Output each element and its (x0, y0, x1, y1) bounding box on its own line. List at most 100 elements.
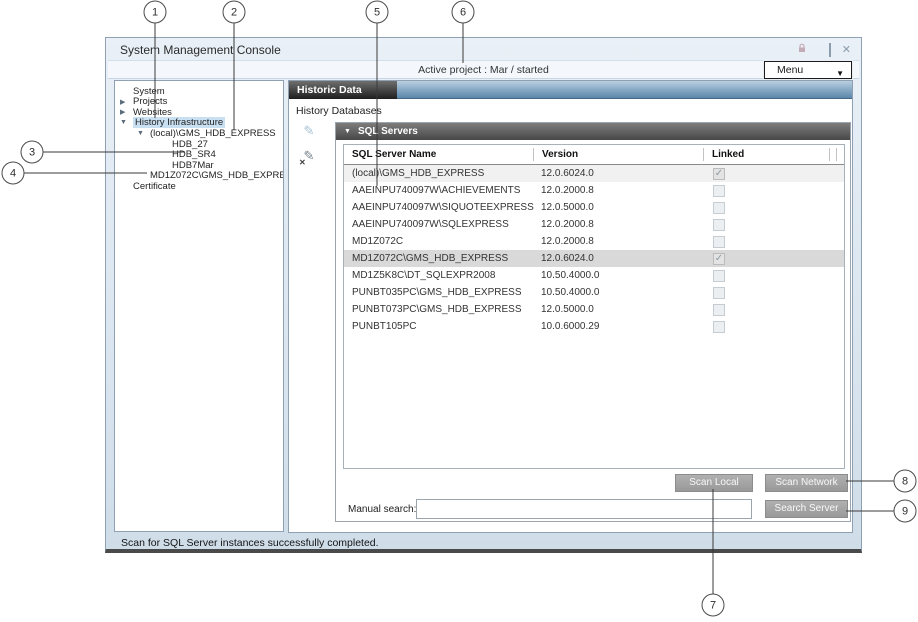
tree-item-history-infrastructure[interactable]: ▼History Infrastructure (115, 118, 283, 129)
linked-checkbox[interactable] (713, 321, 725, 333)
cell-linked (703, 185, 829, 197)
table-row[interactable]: AAEINPU740097W\SQLEXPRESS12.0.2000.8 (344, 216, 844, 233)
linked-checkbox[interactable] (713, 185, 725, 197)
linked-checkbox[interactable] (713, 236, 725, 248)
cell-linked (703, 202, 829, 214)
active-project-bar: Active project : Mar / started Menu ▼ (108, 60, 859, 79)
cell-linked (703, 321, 829, 333)
column-header-sql-server-name[interactable]: SQL Server Name (344, 148, 533, 161)
tree-item-md1z072c-gms-hdb-express[interactable]: MD1Z072C\GMS_HDB_EXPRESS (115, 170, 283, 181)
chevron-down-icon[interactable]: ▼ (137, 130, 150, 137)
cell-server-name: PUNBT073PC\GMS_HDB_EXPRESS (344, 304, 533, 315)
scan-local-button[interactable]: Scan Local (675, 474, 753, 492)
tree-item-label: History Infrastructure (133, 117, 225, 128)
search-server-button[interactable]: Search Server (765, 500, 848, 518)
table-row[interactable]: PUNBT035PC\GMS_HDB_EXPRESS10.50.4000.0 (344, 284, 844, 301)
chevron-down-icon[interactable]: ▼ (120, 119, 133, 126)
table-row[interactable]: MD1Z072C12.0.2000.8 (344, 233, 844, 250)
tree-item-local-gms-hdb-express[interactable]: ▼(local)\GMS_HDB_EXPRESS (115, 128, 283, 139)
table-row[interactable]: MD1Z072C\GMS_HDB_EXPRESS12.0.6024.0✓ (344, 250, 844, 267)
table-row[interactable]: (local)\GMS_HDB_EXPRESS12.0.6024.0✓ (344, 165, 844, 182)
screenshot-canvas: System Management Console ✕ Active proje… (0, 0, 918, 622)
manual-search-input[interactable] (416, 499, 752, 519)
tab-historic-data[interactable]: Historic Data (289, 81, 397, 99)
callout-circle (894, 500, 916, 522)
callout-number: 5 (374, 7, 380, 19)
column-header-spacer (836, 148, 844, 161)
close-button[interactable]: ✕ (842, 45, 851, 56)
titlebar-buttons: ✕ (797, 43, 851, 57)
sql-servers-table: SQL Server NameVersionLinked (local)\GMS… (343, 144, 845, 469)
cell-linked (703, 219, 829, 231)
cell-server-name: MD1Z5K8C\DT_SQLEXPR2008 (344, 270, 533, 281)
linked-checkbox[interactable] (713, 304, 725, 316)
callout-number: 7 (710, 600, 716, 612)
table-row[interactable]: MD1Z5K8C\DT_SQLEXPR200810.50.4000.0 (344, 267, 844, 284)
callout-circle (702, 594, 724, 616)
linked-checkbox[interactable] (713, 202, 725, 214)
table-row[interactable]: AAEINPU740097W\SIQUOTEEXPRESS12.0.5000.0 (344, 199, 844, 216)
sql-servers-header[interactable]: ▼ SQL Servers (336, 123, 850, 140)
tree-item-label: MD1Z072C\GMS_HDB_EXPRESS (150, 170, 284, 181)
menu-label: Menu (777, 64, 803, 76)
tree-item-hdb-27[interactable]: HDB_27 (115, 139, 283, 150)
tree-item-label: Projects (133, 96, 167, 107)
tree-item-label: Websites (133, 107, 172, 118)
cell-version: 10.50.4000.0 (533, 287, 703, 298)
linked-checkbox[interactable] (713, 219, 725, 231)
tree-item-label: (local)\GMS_HDB_EXPRESS (150, 128, 276, 139)
cell-linked (703, 287, 829, 299)
cell-server-name: PUNBT035PC\GMS_HDB_EXPRESS (344, 287, 533, 298)
titlebar: System Management Console ✕ (106, 38, 861, 60)
column-header-linked[interactable]: Linked (703, 148, 829, 161)
menu-dropdown[interactable]: Menu ▼ (764, 61, 852, 79)
table-row[interactable]: AAEINPU740097W\ACHIEVEMENTS12.0.2000.8 (344, 182, 844, 199)
cell-linked: ✓ (703, 168, 829, 180)
tree-item-websites[interactable]: ▶Websites (115, 107, 283, 118)
chevron-right-icon[interactable]: ▶ (120, 108, 133, 116)
cell-version: 12.0.2000.8 (533, 236, 703, 247)
navigation-tree: System▶Projects▶Websites▼History Infrast… (114, 80, 284, 532)
callout-circle (452, 1, 474, 23)
link-database-icon[interactable]: ✎ (300, 123, 318, 141)
cell-version: 12.0.2000.8 (533, 219, 703, 230)
table-row[interactable]: PUNBT105PC10.0.6000.29 (344, 318, 844, 335)
cell-server-name: AAEINPU740097W\ACHIEVEMENTS (344, 185, 533, 196)
table-row[interactable]: PUNBT073PC\GMS_HDB_EXPRESS12.0.5000.0 (344, 301, 844, 318)
chevron-right-icon[interactable]: ▶ (120, 98, 133, 106)
sql-servers-group: ▼ SQL Servers SQL Server NameVersionLink… (335, 122, 851, 522)
linked-checkbox[interactable] (713, 287, 725, 299)
chevron-down-icon: ▼ (344, 123, 351, 140)
scan-network-button[interactable]: Scan Network (765, 474, 848, 492)
callout-number: 6 (460, 7, 466, 19)
maximize-button[interactable] (829, 45, 831, 56)
linked-checkbox[interactable]: ✓ (713, 253, 725, 265)
tree-item-hdb7mar[interactable]: HDB7Mar (115, 160, 283, 171)
active-project-text: Active project : Mar / started (108, 64, 859, 76)
callout-number: 8 (902, 476, 908, 488)
tree-item-system[interactable]: System (115, 86, 283, 97)
cell-version: 10.50.4000.0 (533, 270, 703, 281)
cell-server-name: MD1Z072C (344, 236, 533, 247)
tree-item-certificate[interactable]: Certificate (115, 181, 283, 192)
cell-linked: ✓ (703, 253, 829, 265)
tree-item-hdb-sr4[interactable]: HDB_SR4 (115, 149, 283, 160)
cell-server-name: (local)\GMS_HDB_EXPRESS (344, 168, 533, 179)
callout-circle (366, 1, 388, 23)
manual-search-label: Manual search: (348, 504, 416, 515)
cell-version: 12.0.5000.0 (533, 202, 703, 213)
callout-circle (223, 1, 245, 23)
cell-server-name: MD1Z072C\GMS_HDB_EXPRESS (344, 253, 533, 264)
callout-number: 9 (902, 506, 908, 518)
callout-number: 4 (10, 168, 16, 180)
linked-checkbox[interactable]: ✓ (713, 168, 725, 180)
status-message: Scan for SQL Server instances successful… (121, 537, 379, 549)
tree-item-label: Certificate (133, 181, 176, 192)
callout-number: 2 (231, 7, 237, 19)
linked-checkbox[interactable] (713, 270, 725, 282)
cell-linked (703, 270, 829, 282)
tree-item-label: HDB_SR4 (172, 149, 216, 160)
tree-item-projects[interactable]: ▶Projects (115, 97, 283, 108)
column-header-version[interactable]: Version (533, 148, 703, 161)
unlink-database-icon[interactable]: ✎✕ (300, 148, 318, 166)
